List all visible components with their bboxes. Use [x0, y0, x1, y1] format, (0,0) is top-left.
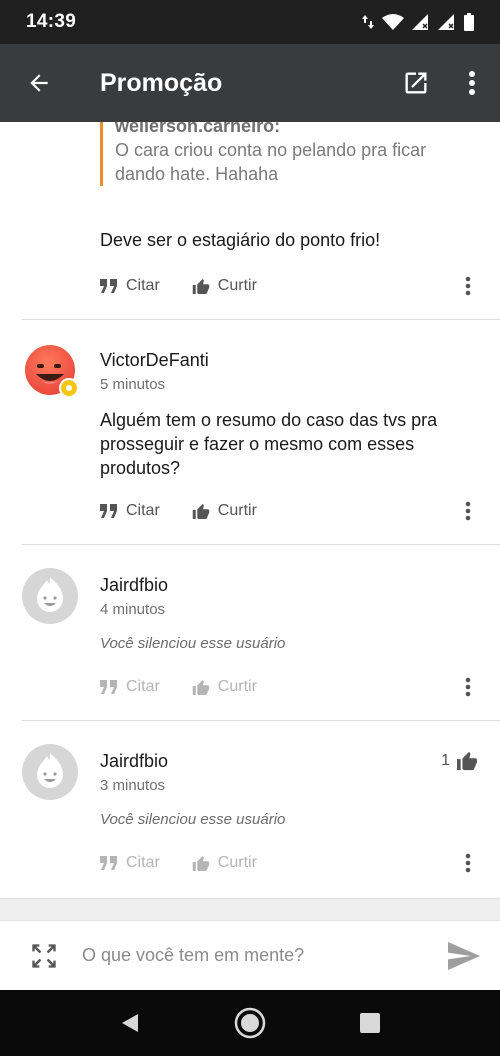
send-icon	[448, 941, 480, 970]
battery-icon	[464, 13, 474, 31]
comment-time: 5 minutos	[100, 376, 166, 393]
avatar[interactable]	[22, 744, 78, 800]
muted-user-notice: Você silenciou esse usuário	[100, 635, 286, 652]
quote-button[interactable]: Citar	[100, 854, 160, 872]
expand-composer-button[interactable]	[0, 921, 88, 991]
divider	[22, 720, 500, 721]
comment-text: Deve ser o estagiário do ponto frio!	[100, 230, 381, 250]
quoted-comment: wellerson.carneiro: O cara criou conta n…	[100, 122, 480, 186]
divider	[22, 319, 500, 320]
comment-time: 4 minutos	[100, 601, 166, 618]
comment-actions: Citar Curtir	[100, 673, 480, 701]
arrow-left-icon	[30, 74, 48, 92]
comment-time: 3 minutos	[100, 777, 166, 794]
send-button[interactable]	[428, 921, 500, 991]
comment-composer	[0, 920, 500, 990]
signal-icon	[438, 14, 454, 30]
like-label: Curtir	[217, 678, 257, 695]
status-bar: 14:39	[0, 0, 500, 44]
comment-actions: Citar Curtir	[100, 849, 480, 877]
more-vertical-icon	[465, 677, 471, 697]
quote-label: Citar	[126, 678, 160, 695]
like-button[interactable]: Curtir	[192, 277, 257, 295]
like-count-value: 1	[441, 752, 450, 769]
nav-back-button[interactable]	[105, 998, 155, 1048]
triangle-back-icon	[122, 1014, 138, 1032]
quote-label: Citar	[126, 854, 160, 871]
thumbs-up-icon	[457, 751, 477, 771]
more-vertical-icon	[465, 276, 471, 296]
comment-more-button[interactable]	[456, 849, 480, 877]
quote-label: Citar	[126, 277, 160, 294]
avatar[interactable]	[22, 568, 78, 624]
like-button[interactable]: Curtir	[192, 854, 257, 872]
wifi-icon	[382, 14, 404, 30]
quote-icon	[100, 279, 117, 293]
more-vertical-icon	[465, 501, 471, 521]
expand-icon	[32, 943, 56, 968]
comment-more-button[interactable]	[456, 497, 480, 525]
more-vertical-icon	[469, 71, 475, 95]
default-avatar	[22, 744, 78, 800]
app-actions	[388, 44, 500, 122]
default-avatar	[22, 568, 78, 624]
quote-icon	[100, 680, 117, 694]
quote-text: O cara criou conta no pelando pra ficar …	[115, 140, 427, 184]
more-vertical-icon	[465, 853, 471, 873]
divider	[22, 544, 500, 545]
quote-button[interactable]: Citar	[100, 678, 160, 696]
status-icons	[362, 13, 474, 31]
like-button[interactable]: Curtir	[192, 678, 257, 696]
comment-more-button[interactable]	[456, 673, 480, 701]
like-label: Curtir	[217, 277, 257, 294]
avatar[interactable]	[24, 344, 79, 398]
comment-actions: Citar Curtir	[100, 497, 480, 525]
quote-button[interactable]: Citar	[100, 277, 160, 295]
comment-more-button[interactable]	[456, 272, 480, 300]
thumbs-up-icon	[192, 503, 210, 519]
username[interactable]: Jairdfbio	[100, 575, 168, 596]
square-recents-icon	[360, 1013, 380, 1033]
muted-user-notice: Você silenciou esse usuário	[100, 811, 286, 828]
feed-end-separator	[0, 898, 500, 920]
angry-face-avatar	[25, 345, 79, 398]
back-button[interactable]	[0, 44, 78, 122]
comment-text: Alguém tem o resumo do caso das tvs pra …	[100, 410, 438, 478]
thumbs-up-icon	[192, 679, 210, 695]
like-label: Curtir	[217, 502, 257, 519]
quote-icon	[100, 504, 117, 518]
signal-icon	[412, 14, 428, 30]
like-label: Curtir	[217, 854, 257, 871]
like-button[interactable]: Curtir	[192, 502, 257, 520]
quote-icon	[100, 856, 117, 870]
app-bar: Promoção	[0, 44, 500, 122]
status-time: 14:39	[26, 11, 77, 32]
open-external-icon	[405, 72, 427, 94]
comment-actions: Citar Curtir	[100, 272, 480, 300]
like-count[interactable]: 1	[441, 751, 478, 771]
thumbs-up-icon	[192, 278, 210, 294]
home-circle-icon	[234, 1007, 266, 1039]
comments-feed[interactable]: wellerson.carneiro: O cara criou conta n…	[0, 122, 500, 920]
overflow-menu-button[interactable]	[444, 44, 500, 122]
system-nav-bar	[0, 990, 500, 1056]
username[interactable]: VictorDeFanti	[100, 350, 209, 371]
open-external-button[interactable]	[388, 44, 444, 122]
quote-author: wellerson.carneiro:	[115, 122, 281, 136]
username[interactable]: Jairdfbio	[100, 751, 168, 772]
quote-label: Citar	[126, 502, 160, 519]
nav-recents-button[interactable]	[345, 998, 395, 1048]
comment-input[interactable]	[82, 935, 428, 976]
nav-home-button[interactable]	[225, 998, 275, 1048]
quote-button[interactable]: Citar	[100, 502, 160, 520]
data-transfer-icon	[362, 15, 374, 29]
page-title: Promoção	[100, 68, 223, 97]
thumbs-up-icon	[192, 855, 210, 871]
